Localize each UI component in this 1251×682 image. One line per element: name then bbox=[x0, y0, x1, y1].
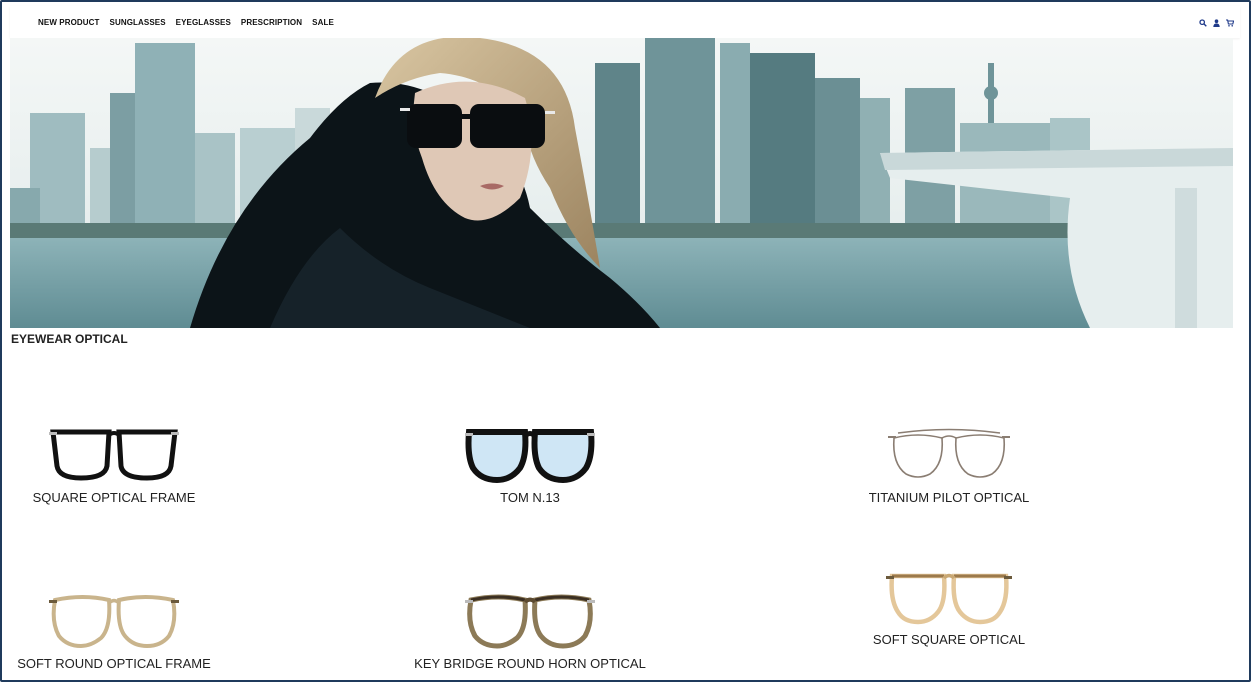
soft-round-champagne-frame-icon bbox=[49, 595, 179, 649]
cart-icon[interactable] bbox=[1226, 19, 1234, 27]
product-name[interactable]: TOM N.13 bbox=[380, 490, 680, 506]
titanium-pilot-frame-icon bbox=[888, 428, 1010, 478]
nav-icons bbox=[1199, 19, 1234, 27]
product-card[interactable]: KEY BRIDGE ROUND HORN OPTICAL bbox=[380, 592, 680, 672]
product-name[interactable]: SOFT ROUND OPTICAL FRAME bbox=[2, 656, 264, 672]
nav-sale[interactable]: SALE bbox=[312, 18, 334, 27]
soft-square-horn-frame-icon bbox=[886, 573, 1012, 625]
user-icon[interactable] bbox=[1213, 19, 1220, 27]
product-name[interactable]: TITANIUM PILOT OPTICAL bbox=[799, 490, 1099, 506]
nav-new-product[interactable]: NEW PRODUCT bbox=[38, 18, 100, 27]
product-card[interactable]: SOFT SQUARE OPTICAL bbox=[799, 568, 1099, 648]
product-card[interactable]: SQUARE OPTICAL FRAME bbox=[2, 426, 264, 506]
nav-eyeglasses[interactable]: EYEGLASSES bbox=[176, 18, 231, 27]
section-title: EYEWEAR OPTICAL bbox=[11, 332, 128, 346]
round-black-blue-lens-frame-icon bbox=[465, 429, 595, 484]
nav-prescription[interactable]: PRESCRIPTION bbox=[241, 18, 302, 27]
round-horn-frame-icon bbox=[465, 594, 595, 649]
product-card[interactable]: TOM N.13 bbox=[380, 426, 680, 506]
nav-sunglasses[interactable]: SUNGLASSES bbox=[110, 18, 166, 27]
product-card[interactable]: TITANIUM PILOT OPTICAL bbox=[799, 426, 1099, 506]
search-icon[interactable] bbox=[1199, 19, 1207, 27]
product-name[interactable]: SOFT SQUARE OPTICAL bbox=[799, 632, 1099, 648]
hero-banner-image bbox=[10, 38, 1233, 328]
top-navigation: NEW PRODUCT SUNGLASSES EYEGLASSES PRESCR… bbox=[10, 6, 1240, 38]
product-card[interactable]: SOFT ROUND OPTICAL FRAME bbox=[2, 592, 264, 672]
nav-links: NEW PRODUCT SUNGLASSES EYEGLASSES PRESCR… bbox=[38, 18, 334, 27]
hero-photo bbox=[10, 38, 1233, 328]
product-name[interactable]: SQUARE OPTICAL FRAME bbox=[2, 490, 264, 506]
product-name[interactable]: KEY BRIDGE ROUND HORN OPTICAL bbox=[380, 656, 680, 672]
square-black-frame-icon bbox=[49, 429, 179, 481]
browser-frame: NEW PRODUCT SUNGLASSES EYEGLASSES PRESCR… bbox=[0, 0, 1251, 682]
